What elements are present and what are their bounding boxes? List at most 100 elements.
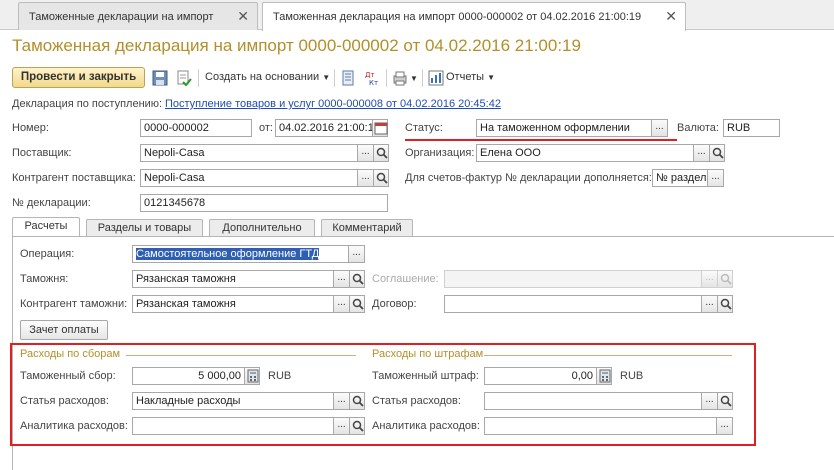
organization-select-button[interactable]: ... — [693, 144, 710, 162]
fine-analytics-field[interactable] — [484, 417, 717, 435]
chevron-down-icon: ▼ — [322, 73, 331, 82]
declaration-number-field[interactable]: 0121345678 — [140, 194, 388, 212]
contractor-field[interactable]: Nepoli-Casa — [140, 169, 358, 187]
status-label: Статус: — [405, 122, 443, 134]
search-icon[interactable] — [349, 270, 365, 288]
status-select-button[interactable]: ... — [651, 119, 668, 137]
window-tab-list[interactable]: Таможенные декларации на импорт ✕ — [18, 2, 258, 30]
fee-expense-item-label: Статья расходов: — [20, 395, 109, 407]
currency-field[interactable]: RUB — [723, 119, 780, 137]
number-field[interactable]: 0000-000002 — [140, 119, 252, 137]
fines-group-title: Расходы по штрафам — [372, 348, 484, 360]
customs-fee-label: Таможенный сбор: — [20, 370, 116, 382]
invoice-number-label: Для счетов-фактур № декларации дополняет… — [405, 172, 652, 184]
tab-comment[interactable]: Комментарий — [321, 219, 413, 237]
basis-label: Декларация по поступлению: — [12, 98, 163, 110]
search-icon[interactable] — [373, 169, 389, 187]
toolbar-separator — [386, 69, 387, 87]
fee-analytics-field[interactable] — [132, 417, 334, 435]
search-icon[interactable] — [709, 144, 725, 162]
organization-label: Организация: — [405, 147, 475, 159]
date-label: от: — [259, 122, 273, 134]
reports-icon[interactable] — [428, 70, 444, 86]
window-tab-list-label: Таможенные декларации на импорт — [29, 11, 214, 23]
fine-analytics-select-button[interactable]: ... — [716, 417, 733, 435]
calculator-icon[interactable] — [596, 367, 612, 385]
customs-label: Таможня: — [20, 273, 69, 285]
customs-contractor-select-button[interactable]: ... — [333, 295, 350, 313]
supplier-label: Поставщик: — [12, 147, 72, 159]
fee-expense-item-select-button[interactable]: ... — [333, 392, 350, 410]
fees-group-line — [126, 355, 356, 356]
organization-field[interactable]: Елена ООО — [476, 144, 694, 162]
toolbar-separator — [198, 69, 199, 87]
customs-select-button[interactable]: ... — [333, 270, 350, 288]
search-icon[interactable] — [717, 392, 733, 410]
number-label: Номер: — [12, 122, 49, 134]
customs-contractor-label: Контрагент таможни: — [20, 298, 128, 310]
agreement-field[interactable] — [444, 270, 702, 288]
operation-label: Операция: — [20, 248, 75, 260]
customs-fine-field[interactable]: 0,00 — [484, 367, 597, 385]
basis-document-link[interactable]: Поступление товаров и услуг 0000-000008 … — [165, 98, 501, 110]
toolbar-separator — [334, 69, 335, 87]
fine-expense-item-label: Статья расходов: — [372, 395, 461, 407]
status-field[interactable]: На таможенном оформлении — [476, 119, 652, 137]
customs-fee-field[interactable]: 5 000,00 — [132, 367, 245, 385]
supplier-select-button[interactable]: ... — [357, 144, 374, 162]
fine-expense-item-field[interactable] — [484, 392, 702, 410]
calendar-button[interactable] — [372, 119, 388, 137]
search-icon[interactable] — [717, 295, 733, 313]
create-based-on-label: Создать на основании — [205, 71, 320, 83]
print-icon[interactable] — [392, 70, 408, 86]
create-based-on-button[interactable]: Создать на основании ▼ — [205, 71, 330, 83]
chevron-down-icon: ▼ — [487, 73, 496, 82]
contractor-select-button[interactable]: ... — [357, 169, 374, 187]
customs-fine-label: Таможенный штраф: — [372, 370, 479, 382]
operation-select-button[interactable]: ... — [348, 245, 365, 263]
search-icon[interactable] — [349, 417, 365, 435]
fees-group-title: Расходы по сборам — [20, 348, 121, 360]
fee-expense-item-field[interactable]: Накладные расходы — [132, 392, 334, 410]
page-title: Таможенная декларация на импорт 0000-000… — [12, 36, 581, 55]
currency-label: Валюта: — [677, 122, 719, 134]
window-tab-document[interactable]: Таможенная декларация на импорт 0000-000… — [262, 2, 686, 31]
tab-sections-goods[interactable]: Разделы и товары — [86, 219, 203, 237]
fines-group-line — [484, 355, 732, 356]
status-highlight-underline — [405, 139, 677, 141]
post-document-icon[interactable] — [176, 70, 192, 87]
declaration-number-label: № декларации: — [12, 197, 91, 209]
payment-offset-button[interactable]: Зачет оплаты — [20, 320, 108, 340]
svg-text:Дт: Дт — [365, 71, 375, 79]
date-field[interactable]: 04.02.2016 21:00:19 — [275, 119, 373, 137]
close-icon[interactable]: ✕ — [237, 8, 249, 25]
invoice-number-select-button[interactable]: ... — [707, 169, 724, 187]
contract-select-button[interactable]: ... — [701, 295, 718, 313]
debit-credit-icon[interactable]: Дт Кт — [364, 70, 380, 87]
operation-value: Самостоятельное оформление ГТД — [136, 248, 320, 260]
operation-field[interactable]: Самостоятельное оформление ГТД — [132, 245, 349, 263]
search-icon[interactable] — [717, 270, 733, 288]
agreement-select-button[interactable]: ... — [701, 270, 718, 288]
search-icon[interactable] — [349, 392, 365, 410]
agreement-label: Соглашение: — [372, 273, 439, 285]
search-icon[interactable] — [349, 295, 365, 313]
calculator-icon[interactable] — [244, 367, 260, 385]
fee-analytics-select-button[interactable]: ... — [333, 417, 350, 435]
reports-button[interactable]: Отчеты ▼ — [446, 71, 495, 83]
customs-contractor-field[interactable]: Рязанская таможня — [132, 295, 334, 313]
search-icon[interactable] — [373, 144, 389, 162]
save-icon[interactable] — [152, 70, 168, 86]
close-icon[interactable]: ✕ — [665, 8, 677, 25]
fine-expense-item-select-button[interactable]: ... — [701, 392, 718, 410]
contractor-label: Контрагент поставщика: — [12, 172, 136, 184]
supplier-field[interactable]: Nepoli-Casa — [140, 144, 358, 162]
contract-field[interactable] — [444, 295, 702, 313]
chevron-down-icon[interactable]: ▼ — [410, 74, 418, 83]
invoice-number-field[interactable]: № раздела — [652, 169, 708, 187]
post-and-close-button[interactable]: Провести и закрыть — [12, 67, 145, 88]
list-icon[interactable] — [340, 70, 356, 86]
tab-calculations[interactable]: Расчеты — [12, 217, 80, 237]
customs-field[interactable]: Рязанская таможня — [132, 270, 334, 288]
tab-additional[interactable]: Дополнительно — [209, 219, 315, 237]
